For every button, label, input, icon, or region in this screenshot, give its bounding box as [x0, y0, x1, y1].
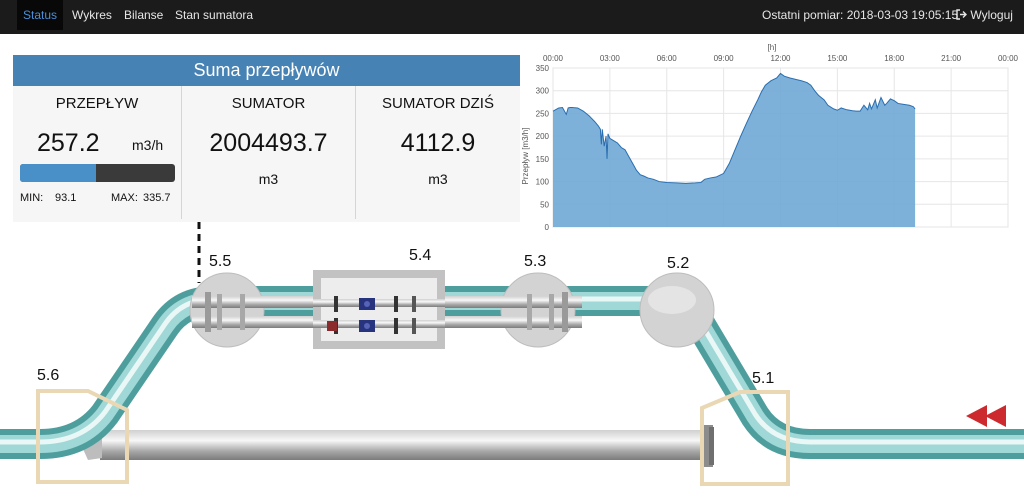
total-header: SUMATOR: [231, 95, 306, 112]
total-value: 2004493.7: [209, 129, 328, 157]
flow-max-value: 335.7: [143, 192, 171, 204]
flow-chart: 00:00 03:00 06:00 09:00 12:00 15:00 18:00 21:00…: [520, 40, 1020, 232]
node-5-3-disc: [500, 272, 576, 348]
flow-max-label: MAX:: [111, 192, 138, 204]
double-pipe-section: [192, 292, 582, 332]
zone-5-1-box: [700, 390, 790, 486]
label-5-6: 5.6: [37, 367, 60, 384]
today-column: SUMATOR DZIŚ 4112.9 m3: [356, 86, 520, 222]
flow-min-value: 93.1: [55, 192, 77, 204]
x-tick-label: 09:00: [714, 54, 735, 63]
y-axis-label: Przepływ [m3/h]: [521, 128, 530, 185]
x-tick-label: 21:00: [941, 54, 962, 63]
logout-button[interactable]: Wyloguj: [956, 0, 1013, 30]
flow-min-label: MIN:: [20, 192, 44, 204]
x-tick-label: 18:00: [884, 54, 905, 63]
y-tick-label: 300: [536, 87, 550, 96]
today-header: SUMATOR DZIŚ: [382, 95, 494, 112]
x-tick-label: 06:00: [657, 54, 678, 63]
label-5-1: 5.1: [752, 370, 775, 387]
flow-header: PRZEPŁYW: [55, 95, 139, 112]
top-navbar: Status Wykres Bilanse Stan sumatora Osta…: [0, 0, 1024, 34]
nav-tab-status[interactable]: Status: [17, 0, 63, 30]
label-5-5: 5.5: [209, 253, 232, 270]
nav-tab-wykres[interactable]: Wykres: [72, 0, 112, 30]
logout-icon: [956, 9, 967, 20]
x-axis-label: [h]: [768, 43, 777, 52]
total-unit: m3: [258, 171, 279, 187]
nav-tab-stan-sumatora[interactable]: Stan sumatora: [175, 0, 253, 30]
flow-direction-arrows-icon: [966, 405, 1006, 427]
node-5-2-disc: [639, 272, 715, 348]
flow-progress-fill: [20, 164, 96, 182]
flow-column: PRZEPŁYW 257.2 m3/h MIN: 93.1 MAX: 335.7: [13, 86, 181, 222]
y-tick-label: 0: [545, 223, 550, 232]
node-5-2-highlight: [648, 286, 696, 314]
x-tick-label: 00:00: [543, 54, 564, 63]
flow-chart-svg: 00:00 03:00 06:00 09:00 12:00 15:00 18:00 21:00…: [521, 43, 1019, 232]
gray-bypass-pipe: [72, 425, 714, 467]
nav-tab-bilanse[interactable]: Bilanse: [124, 0, 163, 30]
main-pipe: [0, 286, 1024, 459]
x-tick-label: 00:00: [998, 54, 1019, 63]
y-tick-label: 350: [536, 64, 550, 73]
flow-unit: m3/h: [132, 137, 164, 153]
logout-label: Wyloguj: [970, 8, 1013, 22]
panel-title: Suma przepływów: [13, 55, 520, 86]
label-5-3: 5.3: [524, 253, 547, 270]
valve-box: [313, 270, 445, 349]
label-5-2: 5.2: [667, 255, 690, 272]
zone-5-6-box: [36, 389, 129, 484]
y-tick-label: 250: [536, 109, 550, 118]
node-5-5-disc: [189, 272, 265, 348]
y-tick-label: 50: [540, 200, 549, 209]
label-5-4: 5.4: [409, 247, 432, 264]
flow-summary-panel: Suma przepływów PRZEPŁYW 257.2 m3/h MIN:…: [13, 55, 520, 222]
today-value: 4112.9: [400, 129, 476, 157]
x-tick-label: 12:00: [770, 54, 791, 63]
y-tick-label: 100: [536, 178, 550, 187]
total-column: SUMATOR 2004493.7 m3: [182, 86, 355, 222]
flow-progress-bar: [20, 164, 175, 182]
y-tick-label: 200: [536, 132, 550, 141]
y-tick-label: 150: [536, 155, 550, 164]
last-measurement-text: Ostatni pomiar: 2018-03-03 19:05:15: [762, 8, 959, 22]
x-tick-label: 15:00: [827, 54, 848, 63]
today-unit: m3: [428, 171, 448, 187]
flow-value: 257.2: [37, 129, 100, 157]
x-tick-label: 03:00: [600, 54, 621, 63]
